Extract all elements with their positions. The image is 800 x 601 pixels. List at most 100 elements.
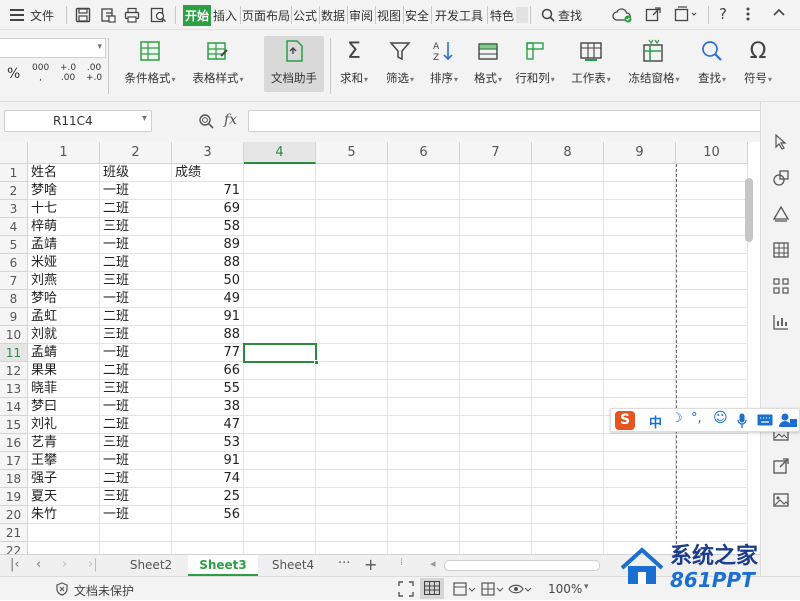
column-header[interactable]: 10 <box>676 142 748 164</box>
table-cell[interactable]: 梦啥 <box>28 182 100 200</box>
table-cell[interactable] <box>316 434 388 452</box>
table-cell[interactable] <box>388 398 460 416</box>
table-cell[interactable] <box>244 290 316 308</box>
format-button[interactable]: 格式▾ <box>468 36 508 92</box>
table-cell[interactable] <box>460 290 532 308</box>
table-cell[interactable] <box>460 362 532 380</box>
table-cell[interactable]: 米娅 <box>28 254 100 272</box>
table-cell[interactable] <box>532 416 604 434</box>
table-cell[interactable] <box>316 524 388 542</box>
row-header[interactable]: 4 <box>0 218 28 236</box>
table-cell[interactable] <box>388 164 460 182</box>
table-cell[interactable]: 88 <box>172 326 244 344</box>
help-icon[interactable]: ? <box>719 5 727 23</box>
table-cell[interactable]: 47 <box>172 416 244 434</box>
table-cell[interactable] <box>532 452 604 470</box>
table-cell[interactable]: 三班 <box>100 488 172 506</box>
formula-input[interactable] <box>248 110 766 132</box>
table-cell[interactable] <box>676 290 748 308</box>
table-cell[interactable] <box>244 416 316 434</box>
table-cell[interactable]: 69 <box>172 200 244 218</box>
emoji-icon[interactable]: ☺ <box>713 410 728 426</box>
export-icon[interactable] <box>771 456 791 476</box>
row-header[interactable]: 19 <box>0 488 28 506</box>
table-cell[interactable] <box>676 308 748 326</box>
table-cell[interactable] <box>316 416 388 434</box>
table-cell[interactable] <box>244 380 316 398</box>
table-cell[interactable] <box>316 272 388 290</box>
table-cell[interactable] <box>676 470 748 488</box>
table-cell[interactable] <box>388 506 460 524</box>
column-header[interactable]: 6 <box>388 142 460 164</box>
table-cell[interactable] <box>532 470 604 488</box>
page-break-view-icon[interactable] <box>480 581 504 600</box>
table-cell[interactable]: 三班 <box>100 218 172 236</box>
table-cell[interactable] <box>388 380 460 398</box>
table-cell[interactable]: 56 <box>172 506 244 524</box>
table-cell[interactable] <box>460 488 532 506</box>
table-cell[interactable]: 88 <box>172 254 244 272</box>
collapse-ribbon-icon[interactable] <box>772 7 786 22</box>
table-cell[interactable]: 89 <box>172 236 244 254</box>
table-cell[interactable]: 一班 <box>100 398 172 416</box>
next-sheet-icon[interactable]: › <box>62 557 67 572</box>
table-cell[interactable] <box>676 326 748 344</box>
table-cell[interactable]: 一班 <box>100 236 172 254</box>
table-cell[interactable]: 王攀 <box>28 452 100 470</box>
menu-file[interactable]: 文件 <box>30 7 54 24</box>
table-cell[interactable] <box>28 542 100 554</box>
table-cell[interactable]: 强子 <box>28 470 100 488</box>
column-header[interactable]: 1 <box>28 142 100 164</box>
table-cell[interactable] <box>388 542 460 554</box>
table-cell[interactable] <box>460 182 532 200</box>
table-cell[interactable] <box>532 308 604 326</box>
more-sheets-button[interactable]: ··· <box>338 556 350 571</box>
table-cell[interactable] <box>388 272 460 290</box>
table-cell[interactable]: 二班 <box>100 470 172 488</box>
table-cell[interactable] <box>100 542 172 554</box>
table-cell[interactable] <box>532 218 604 236</box>
table-cell[interactable] <box>460 308 532 326</box>
table-cell[interactable]: 55 <box>172 380 244 398</box>
tab-security[interactable]: 安全 <box>405 7 429 24</box>
table-cell[interactable] <box>316 488 388 506</box>
spreadsheet-grid[interactable]: 1 2 3 4 5 6 7 8 9 10 1 2 3 4 5 6 7 8 9 10 11 12 13 14 15 16 17 18 1… <box>0 142 760 554</box>
chevron-down-icon[interactable]: ▾ <box>142 113 147 124</box>
row-header[interactable]: 10 <box>0 326 28 344</box>
table-cell[interactable]: 一班 <box>100 344 172 362</box>
table-cell[interactable] <box>676 272 748 290</box>
table-cell[interactable] <box>532 326 604 344</box>
row-header[interactable]: 1 <box>0 164 28 182</box>
table-cell[interactable] <box>316 362 388 380</box>
table-cell[interactable] <box>676 200 748 218</box>
tab-developer[interactable]: 开发工具 <box>435 7 483 24</box>
table-cell[interactable] <box>316 506 388 524</box>
page-layout-view-icon[interactable] <box>452 581 476 600</box>
table-cell[interactable] <box>532 380 604 398</box>
fullscreen-icon[interactable] <box>398 581 414 600</box>
table-cell[interactable]: 刘礼 <box>28 416 100 434</box>
sort-button[interactable]: AZ 排序▾ <box>424 36 464 92</box>
table-cell[interactable] <box>532 272 604 290</box>
column-header[interactable]: 7 <box>460 142 532 164</box>
row-header[interactable]: 20 <box>0 506 28 524</box>
keyboard-icon[interactable] <box>757 414 773 429</box>
decrease-decimal-button[interactable]: .00 +.0 <box>86 63 102 83</box>
column-header[interactable]: 8 <box>532 142 604 164</box>
table-cell[interactable]: 49 <box>172 290 244 308</box>
table-cell[interactable] <box>532 506 604 524</box>
table-cell[interactable] <box>460 542 532 554</box>
table-cell[interactable] <box>460 236 532 254</box>
table-cell[interactable] <box>532 398 604 416</box>
microphone-icon[interactable] <box>737 413 747 432</box>
increase-decimal-button[interactable]: +.0.00 <box>60 63 76 83</box>
worksheet-button[interactable]: 工作表▾ <box>566 36 616 92</box>
table-cell[interactable] <box>316 308 388 326</box>
table-cell[interactable] <box>604 362 676 380</box>
table-cell[interactable] <box>604 182 676 200</box>
fill-handle[interactable] <box>314 360 319 365</box>
table-cell[interactable]: 二班 <box>100 362 172 380</box>
table-cell[interactable] <box>244 236 316 254</box>
row-header[interactable]: 14 <box>0 398 28 416</box>
row-header[interactable]: 15 <box>0 416 28 434</box>
